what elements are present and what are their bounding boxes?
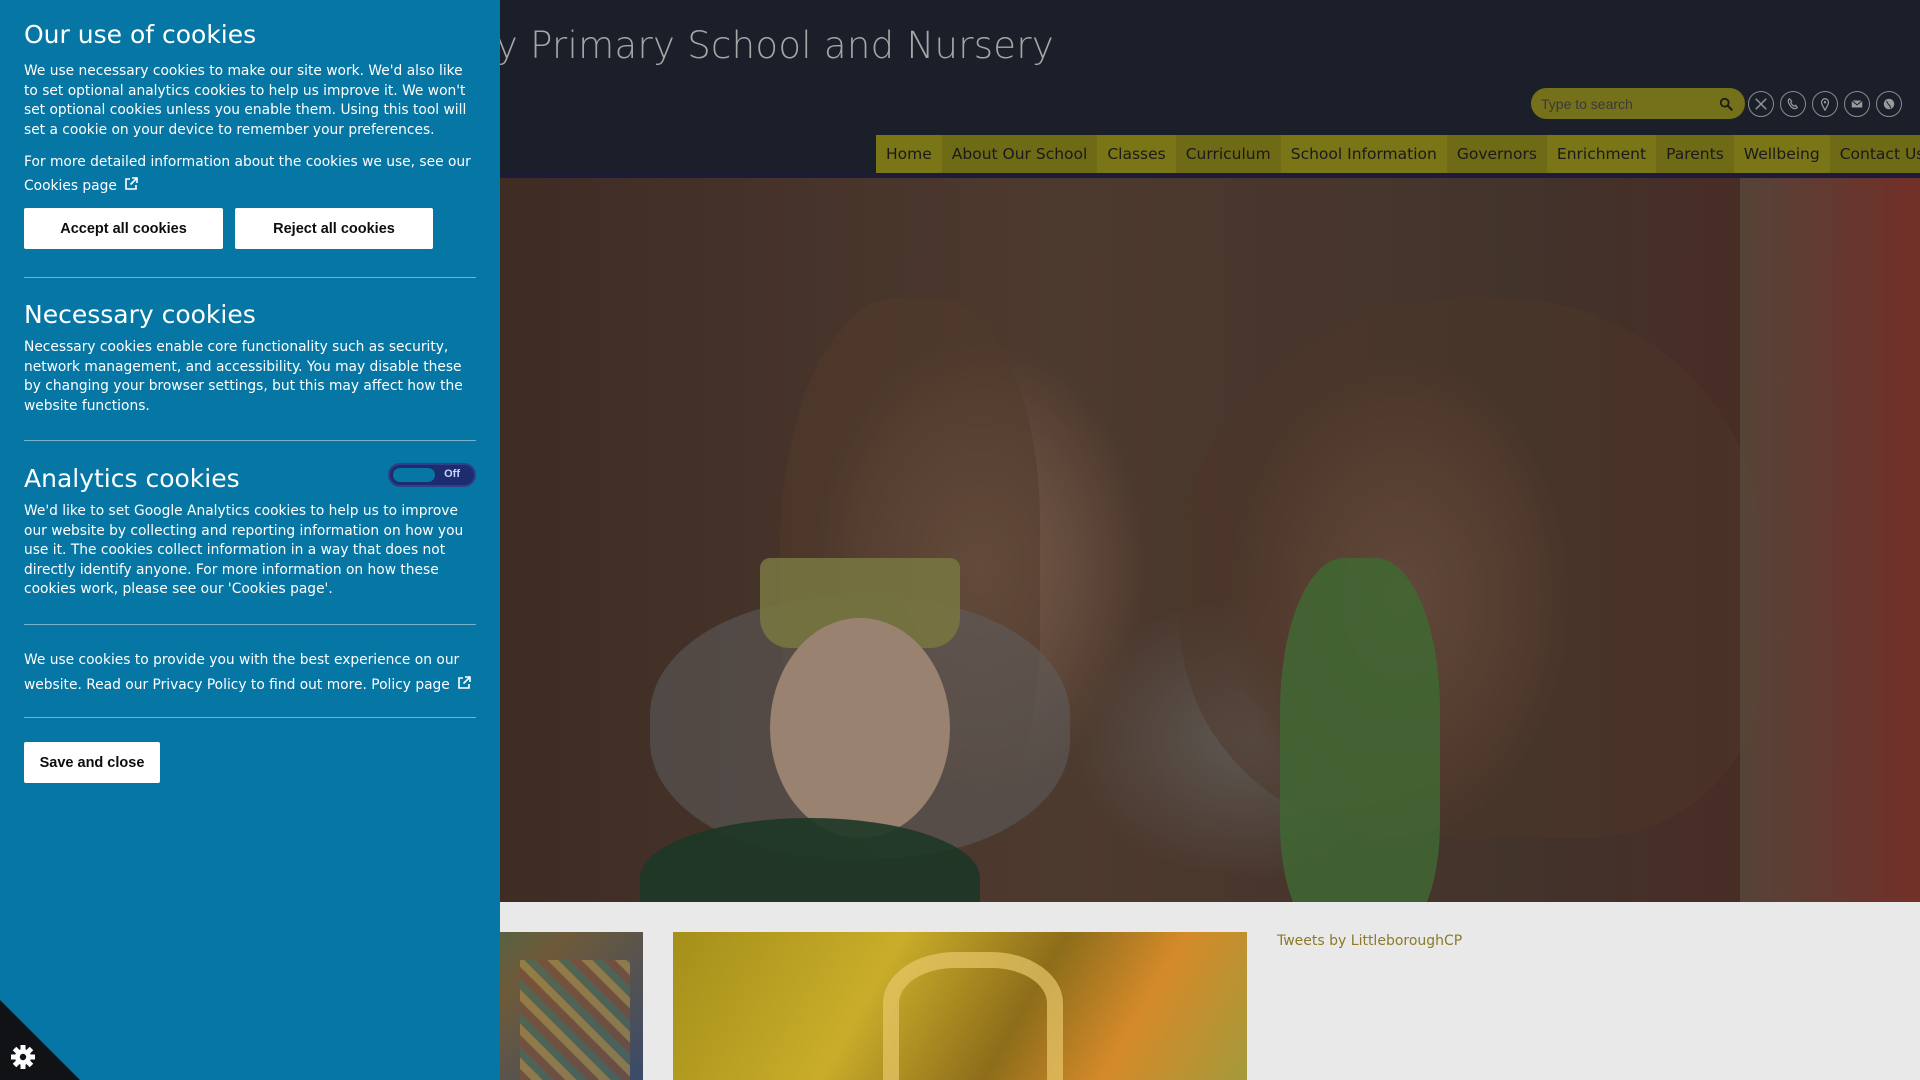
policy-page-link-label[interactable]: Policy page bbox=[371, 677, 450, 693]
privacy-info: We use cookies to provide you with the b… bbox=[24, 648, 476, 697]
main-nav: Home About Our School Classes Curriculum… bbox=[876, 135, 1920, 173]
feature-tile-music[interactable] bbox=[673, 932, 1247, 1080]
nav-wellbeing[interactable]: Wellbeing bbox=[1734, 135, 1830, 173]
cookie-more-info-text: For more detailed information about the … bbox=[24, 154, 471, 170]
analytics-cookies-text: We'd like to set Google Analytics cookie… bbox=[24, 503, 464, 598]
reject-all-cookies-button[interactable]: Reject all cookies bbox=[235, 208, 433, 249]
search-icon[interactable] bbox=[1717, 95, 1735, 113]
nav-parents[interactable]: Parents bbox=[1656, 135, 1734, 173]
nav-governors[interactable]: Governors bbox=[1446, 135, 1547, 173]
tweets-link[interactable]: Tweets by LittleboroughCP bbox=[1277, 933, 1462, 949]
analytics-toggle-label: Off bbox=[444, 468, 460, 480]
email-icon[interactable] bbox=[1844, 91, 1870, 117]
nav-contact-us[interactable]: Contact Us bbox=[1829, 135, 1920, 173]
accept-all-cookies-button[interactable]: Accept all cookies bbox=[24, 208, 223, 249]
cookie-more-info: For more detailed information about the … bbox=[24, 150, 476, 198]
x-icon[interactable] bbox=[1748, 91, 1774, 117]
search-input[interactable] bbox=[1541, 95, 1717, 112]
nav-curriculum[interactable]: Curriculum bbox=[1175, 135, 1281, 173]
necessary-cookies-text: Necessary cookies enable core functional… bbox=[24, 339, 463, 414]
divider bbox=[24, 624, 476, 625]
feature-tile-art-detail bbox=[520, 960, 630, 1080]
necessary-cookies-heading: Necessary cookies bbox=[24, 300, 256, 329]
globe-icon[interactable] bbox=[1876, 91, 1902, 117]
policy-page-link[interactable]: Policy page bbox=[371, 675, 472, 693]
divider bbox=[24, 277, 476, 278]
nav-home[interactable]: Home bbox=[876, 135, 942, 173]
nav-classes[interactable]: Classes bbox=[1097, 135, 1175, 173]
save-and-close-button[interactable]: Save and close bbox=[24, 742, 160, 783]
cookie-settings-trigger[interactable] bbox=[0, 1000, 80, 1080]
phone-icon[interactable] bbox=[1780, 91, 1806, 117]
analytics-cookies-toggle[interactable]: Off bbox=[388, 463, 476, 487]
divider bbox=[24, 717, 476, 718]
search-box bbox=[1531, 88, 1745, 119]
toggle-knob bbox=[393, 468, 435, 482]
cookie-panel-heading: Our use of cookies bbox=[24, 20, 257, 49]
external-link-icon bbox=[457, 675, 471, 689]
cookies-page-link[interactable]: Cookies page bbox=[24, 177, 139, 194]
cookies-page-link-label[interactable]: Cookies page bbox=[24, 178, 117, 194]
nav-enrichment[interactable]: Enrichment bbox=[1547, 135, 1656, 173]
map-pin-icon[interactable] bbox=[1812, 91, 1838, 117]
gear-icon bbox=[11, 1045, 35, 1069]
external-link-icon bbox=[125, 177, 138, 190]
divider bbox=[24, 440, 476, 441]
nav-about-our-school[interactable]: About Our School bbox=[941, 135, 1098, 173]
cookie-intro-text: We use necessary cookies to make our sit… bbox=[24, 63, 467, 138]
cookie-consent-panel: Our use of cookies We use necessary cook… bbox=[0, 0, 500, 1080]
nav-school-information[interactable]: School Information bbox=[1281, 135, 1447, 173]
analytics-cookies-heading: Analytics cookies bbox=[24, 464, 240, 493]
